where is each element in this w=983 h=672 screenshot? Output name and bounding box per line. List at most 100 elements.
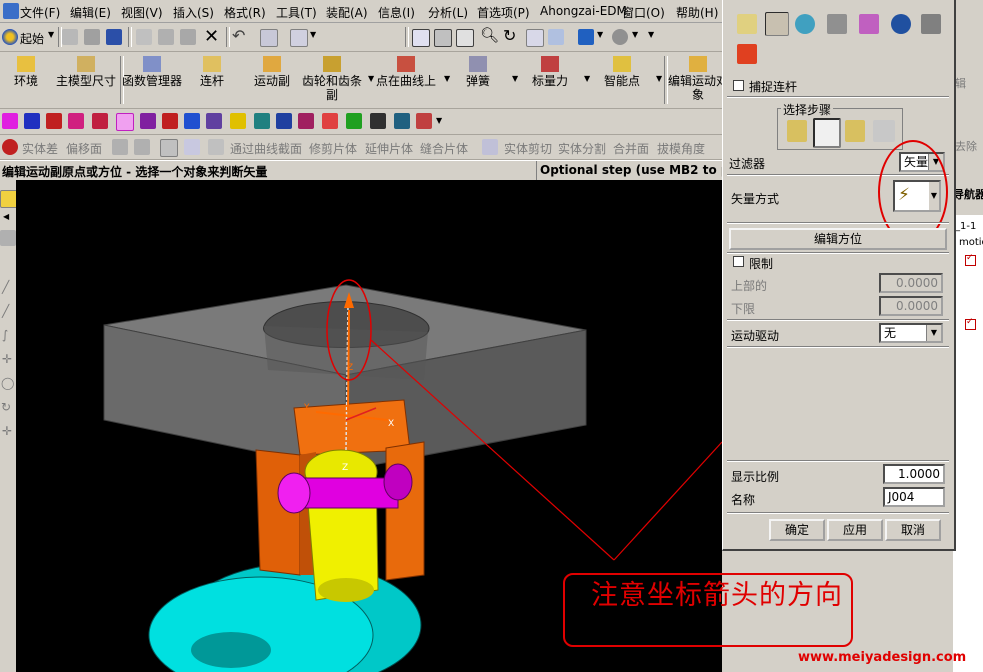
trim-sheet-button[interactable]: 修剪片体 [309, 140, 357, 157]
cmd-scalar-force[interactable]: 标量力 [516, 56, 584, 88]
limit-checkbox[interactable] [733, 256, 744, 267]
offset-face-button[interactable]: 偏移面 [66, 140, 102, 157]
toolbar-icon-17[interactable] [370, 113, 386, 129]
cmd-point-on-curve[interactable]: 点在曲线上 [372, 56, 440, 88]
cmd-gear-rack[interactable]: 齿轮和齿条副 [298, 56, 366, 102]
shaded-icon[interactable] [578, 29, 594, 45]
render-style-icon[interactable] [612, 29, 628, 45]
left-curve-icon[interactable]: ∫ [2, 328, 8, 342]
display-scale-field[interactable]: 1.0000 [883, 464, 945, 484]
start-menu-button[interactable]: 起始 [20, 30, 44, 47]
menu-ahongzai-edm[interactable]: Ahongzai-EDM [540, 4, 627, 18]
paste-icon[interactable] [180, 29, 196, 45]
toolbar-icon-14[interactable] [298, 113, 314, 129]
nav-check-2[interactable]: ✓ [965, 317, 976, 330]
motion-driver-select[interactable]: 无 ▼ [879, 323, 943, 343]
toolbar-icon-10[interactable] [206, 113, 222, 129]
menu-view[interactable]: 视图(V) [121, 4, 163, 21]
left-arc-icon[interactable]: ╱ [2, 304, 9, 318]
rotate-icon[interactable]: ↻ [503, 26, 516, 45]
edit-orientation-button[interactable]: 编辑方位 [729, 228, 947, 250]
through-curves-button[interactable]: 通过曲线截面 [230, 140, 302, 157]
menu-preferences[interactable]: 首选项(P) [477, 4, 530, 21]
toolbar-icon-2[interactable] [24, 113, 40, 129]
dialog-icon-2[interactable] [765, 12, 789, 36]
left-line-icon[interactable]: ╱ [2, 280, 9, 294]
step-origin-icon[interactable] [813, 118, 841, 148]
nav-item-1[interactable]: _1-1 [955, 221, 976, 232]
menu-window[interactable]: 窗口(O) [622, 4, 665, 21]
new-file-icon[interactable] [62, 29, 78, 45]
toolbar-icon-8[interactable] [162, 113, 178, 129]
copy-icon[interactable] [158, 29, 174, 45]
apply-button[interactable]: 应用 [827, 519, 883, 541]
left-rotate-icon[interactable]: ↻ [1, 400, 11, 414]
cmd-function-manager[interactable]: 函数管理器 [118, 56, 186, 88]
zoom-window-icon[interactable] [434, 29, 452, 47]
magnifier-icon[interactable]: 🔍︎ [480, 26, 499, 44]
fit-view-icon[interactable] [412, 29, 430, 47]
dialog-icon-7[interactable] [921, 14, 941, 34]
toolbar-icon-15[interactable] [322, 113, 338, 129]
start-dropdown-icon[interactable]: ▼ [48, 30, 54, 39]
cmd-smart-point[interactable]: 智能点 [588, 56, 656, 88]
open-file-icon[interactable] [84, 29, 100, 45]
snap-link-checkbox[interactable] [733, 80, 744, 91]
menu-edit[interactable]: 编辑(E) [70, 4, 111, 21]
toolbar-icon-19[interactable] [416, 113, 432, 129]
toolbar-icon-13[interactable] [276, 113, 292, 129]
toolbar-icon-5[interactable] [92, 113, 108, 129]
menu-format[interactable]: 格式(R) [224, 4, 266, 21]
nav-check-1[interactable]: ✓ [965, 253, 976, 266]
zoom-icon[interactable] [456, 29, 474, 47]
smart-point-dropdown-icon[interactable]: ▼ [656, 74, 662, 83]
cmd-master-model-dimension[interactable]: 主模型尺寸 [52, 56, 120, 88]
draft-angle-button[interactable]: 拔模角度 [657, 140, 705, 157]
toolbar-icon-12[interactable] [254, 113, 270, 129]
cancel-button[interactable]: 取消 [885, 519, 941, 541]
feature-icon-a[interactable] [112, 139, 128, 155]
cmd-spring[interactable]: 弹簧 [444, 56, 512, 88]
menu-assembly[interactable]: 装配(A) [326, 4, 368, 21]
dialog-icon-8[interactable] [737, 44, 757, 64]
feature-icon-c[interactable] [160, 139, 178, 157]
snap-icon[interactable] [290, 29, 308, 47]
dialog-icon-3[interactable] [795, 14, 815, 34]
step-second-link-icon[interactable] [845, 120, 865, 142]
toolbar-icon-16[interactable] [346, 113, 362, 129]
menu-info[interactable]: 信息(I) [378, 4, 415, 21]
undo-icon[interactable]: ↶ [232, 26, 245, 45]
menu-help[interactable]: 帮助(H) [676, 4, 718, 21]
dialog-icon-4[interactable] [827, 14, 847, 34]
motion-driver-dropdown-icon[interactable]: ▼ [926, 325, 941, 341]
dialog-icon-1[interactable] [737, 14, 757, 34]
menu-tools[interactable]: 工具(T) [276, 4, 317, 21]
solid-trim-button[interactable]: 实体剪切 [504, 140, 552, 157]
toolbar-icon-7[interactable] [140, 113, 156, 129]
cut-icon[interactable] [136, 29, 152, 45]
toolbar-icon-4[interactable] [68, 113, 84, 129]
step-first-link-icon[interactable] [787, 120, 807, 142]
orient-icon[interactable] [548, 29, 564, 45]
nav-item-2[interactable]: motio [959, 237, 983, 248]
merge-face-button[interactable]: 合并面 [613, 140, 649, 157]
toolbar-icon-6[interactable] [116, 113, 134, 131]
left-icon-2[interactable] [0, 230, 16, 246]
feature-icon-e[interactable] [208, 139, 224, 155]
sew-sheet-button[interactable]: 缝合片体 [420, 140, 468, 157]
menu-insert[interactable]: 插入(S) [173, 4, 214, 21]
toolbar-icon-3[interactable] [46, 113, 62, 129]
navigator-tree[interactable]: _1-1 motio ✓ ✓ [953, 215, 983, 672]
feature-icon-d[interactable] [184, 139, 200, 155]
name-field[interactable]: J004 [883, 487, 945, 507]
menu-file[interactable]: 文件(F) [20, 4, 60, 21]
subtract-button[interactable]: 实体差 [22, 140, 58, 157]
pan-icon[interactable] [526, 29, 544, 47]
ok-button[interactable]: 确定 [769, 519, 825, 541]
toolbar-icon-11[interactable] [230, 113, 246, 129]
delete-icon[interactable]: ✕ [204, 26, 219, 47]
feature-icon-f[interactable] [482, 139, 498, 155]
cmd-environment[interactable]: 环境 [0, 56, 60, 88]
save-icon[interactable] [106, 29, 122, 45]
toolbar-icon-9[interactable] [184, 113, 200, 129]
